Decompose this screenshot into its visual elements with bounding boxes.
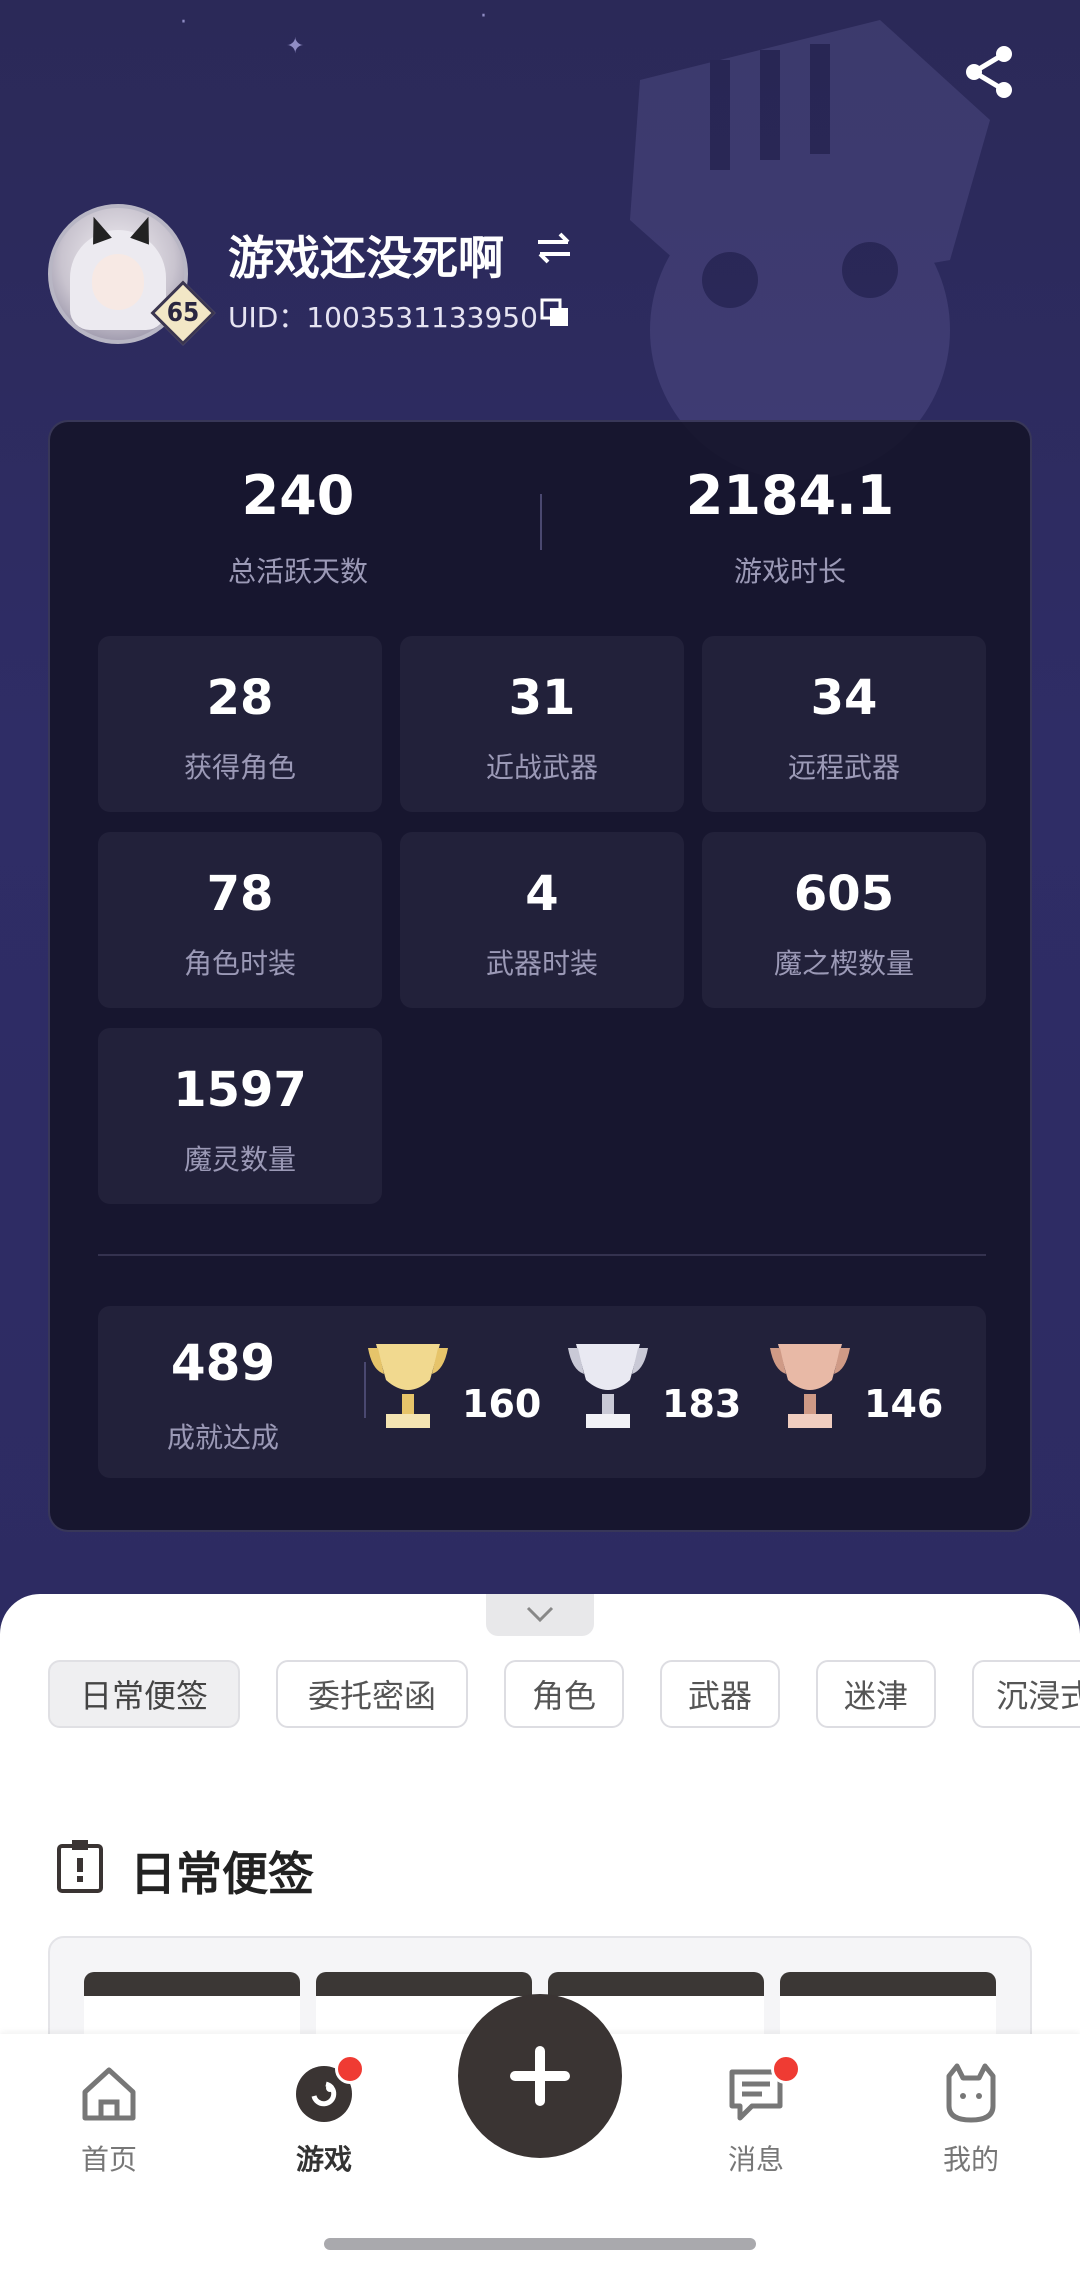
stat-value: 78	[206, 866, 274, 922]
stat-tile-characters[interactable]: 28 获得角色	[98, 636, 382, 812]
switch-account-icon[interactable]	[534, 228, 574, 268]
bronze-trophy-count: 146	[864, 1382, 944, 1426]
bronze-trophy-icon	[770, 1344, 850, 1428]
active-days-value: 240	[241, 464, 355, 527]
stat-tile-character-skins[interactable]: 78 角色时装	[98, 832, 382, 1008]
stat-value: 34	[810, 670, 878, 726]
stat-label: 魔灵数量	[183, 1143, 296, 1176]
home-indicator[interactable]	[324, 2238, 756, 2250]
gold-trophy-icon	[368, 1344, 448, 1428]
tab-label: 我的	[942, 2143, 999, 2176]
tab-characters[interactable]: 角色	[504, 1660, 624, 1728]
star-decoration: ✦	[286, 34, 305, 59]
gold-trophy-count: 160	[462, 1382, 542, 1426]
play-time-label: 游戏时长	[733, 555, 846, 588]
level-value: 65	[166, 298, 200, 328]
star-decoration: ·	[180, 10, 187, 35]
tab-weapons[interactable]: 武器	[660, 1660, 780, 1728]
play-time-value: 2184.1	[685, 464, 895, 527]
achievements-label: 成就达成	[166, 1421, 279, 1454]
stat-label: 近战武器	[485, 751, 598, 784]
plus-icon	[510, 2046, 570, 2106]
tab-mine[interactable]: 我的	[906, 2062, 1036, 2182]
stat-value: 4	[525, 866, 559, 922]
stat-tile-demon-wedges[interactable]: 605 魔之楔数量	[702, 832, 986, 1008]
stat-value: 28	[206, 670, 274, 726]
stat-label: 武器时装	[485, 947, 598, 980]
tab-immersive[interactable]: 沉浸式	[972, 1660, 1080, 1728]
star-decoration: ·	[480, 4, 487, 29]
tab-commission-letters[interactable]: 委托密函	[276, 1660, 468, 1728]
stat-label: 远程武器	[787, 751, 900, 784]
tab-messages[interactable]: 消息	[691, 2054, 821, 2182]
create-post-button[interactable]	[458, 1994, 622, 2158]
achievements-value: 489	[170, 1334, 276, 1392]
divider	[540, 494, 542, 550]
tab-label: 游戏	[295, 2143, 352, 2176]
stat-label: 魔之楔数量	[773, 947, 914, 980]
silver-trophy-icon	[568, 1344, 648, 1428]
copy-icon[interactable]	[540, 298, 570, 328]
tab-label: 消息	[727, 2143, 784, 2176]
stat-value: 31	[508, 670, 576, 726]
share-icon[interactable]	[958, 40, 1022, 104]
stat-tile-ranged-weapons[interactable]: 34 远程武器	[702, 636, 986, 812]
stats-card: 240 总活跃天数 2184.1 游戏时长 28 获得角色 31 近战武器 34…	[48, 420, 1032, 1532]
notification-dot	[335, 2054, 365, 2084]
home-icon	[82, 2067, 136, 2121]
chevron-down-icon	[526, 1606, 554, 1623]
collapse-handle[interactable]	[486, 1594, 594, 1636]
category-tabs: 日常便签 委托密函 角色 武器 迷津 沉浸式	[48, 1660, 1080, 1732]
username: 游戏还没死啊	[228, 231, 504, 285]
section-title: 日常便签	[130, 1847, 314, 1901]
tab-daily-notes[interactable]: 日常便签	[48, 1660, 240, 1728]
stat-tile-melee-weapons[interactable]: 31 近战武器	[400, 636, 684, 812]
tab-home[interactable]: 首页	[44, 2062, 174, 2182]
profile-icon	[946, 2063, 996, 2123]
active-days-label: 总活跃天数	[227, 555, 368, 588]
tab-game[interactable]: 游戏	[259, 2054, 389, 2182]
stat-label: 角色时装	[183, 947, 296, 980]
stat-value: 605	[793, 866, 895, 922]
stat-tile-demon-spirits[interactable]: 1597 魔灵数量	[98, 1028, 382, 1204]
profile-hero: · ✦ · 65 游戏还没死啊 UID：1003531133950 240 总活…	[0, 0, 1080, 1660]
stat-tile-weapon-skins[interactable]: 4 武器时装	[400, 832, 684, 1008]
silver-trophy-count: 183	[662, 1382, 742, 1426]
notes-icon	[57, 1840, 103, 1893]
notification-dot	[771, 2054, 801, 2084]
tab-label: 首页	[80, 2143, 137, 2176]
uid-text: UID：1003531133950	[228, 301, 538, 334]
stat-value: 1597	[173, 1062, 307, 1118]
stat-label: 获得角色	[183, 751, 296, 784]
tab-maze[interactable]: 迷津	[816, 1660, 936, 1728]
divider	[98, 1254, 986, 1256]
achievements-panel[interactable]: 489 成就达成 160 183 146	[98, 1306, 986, 1478]
